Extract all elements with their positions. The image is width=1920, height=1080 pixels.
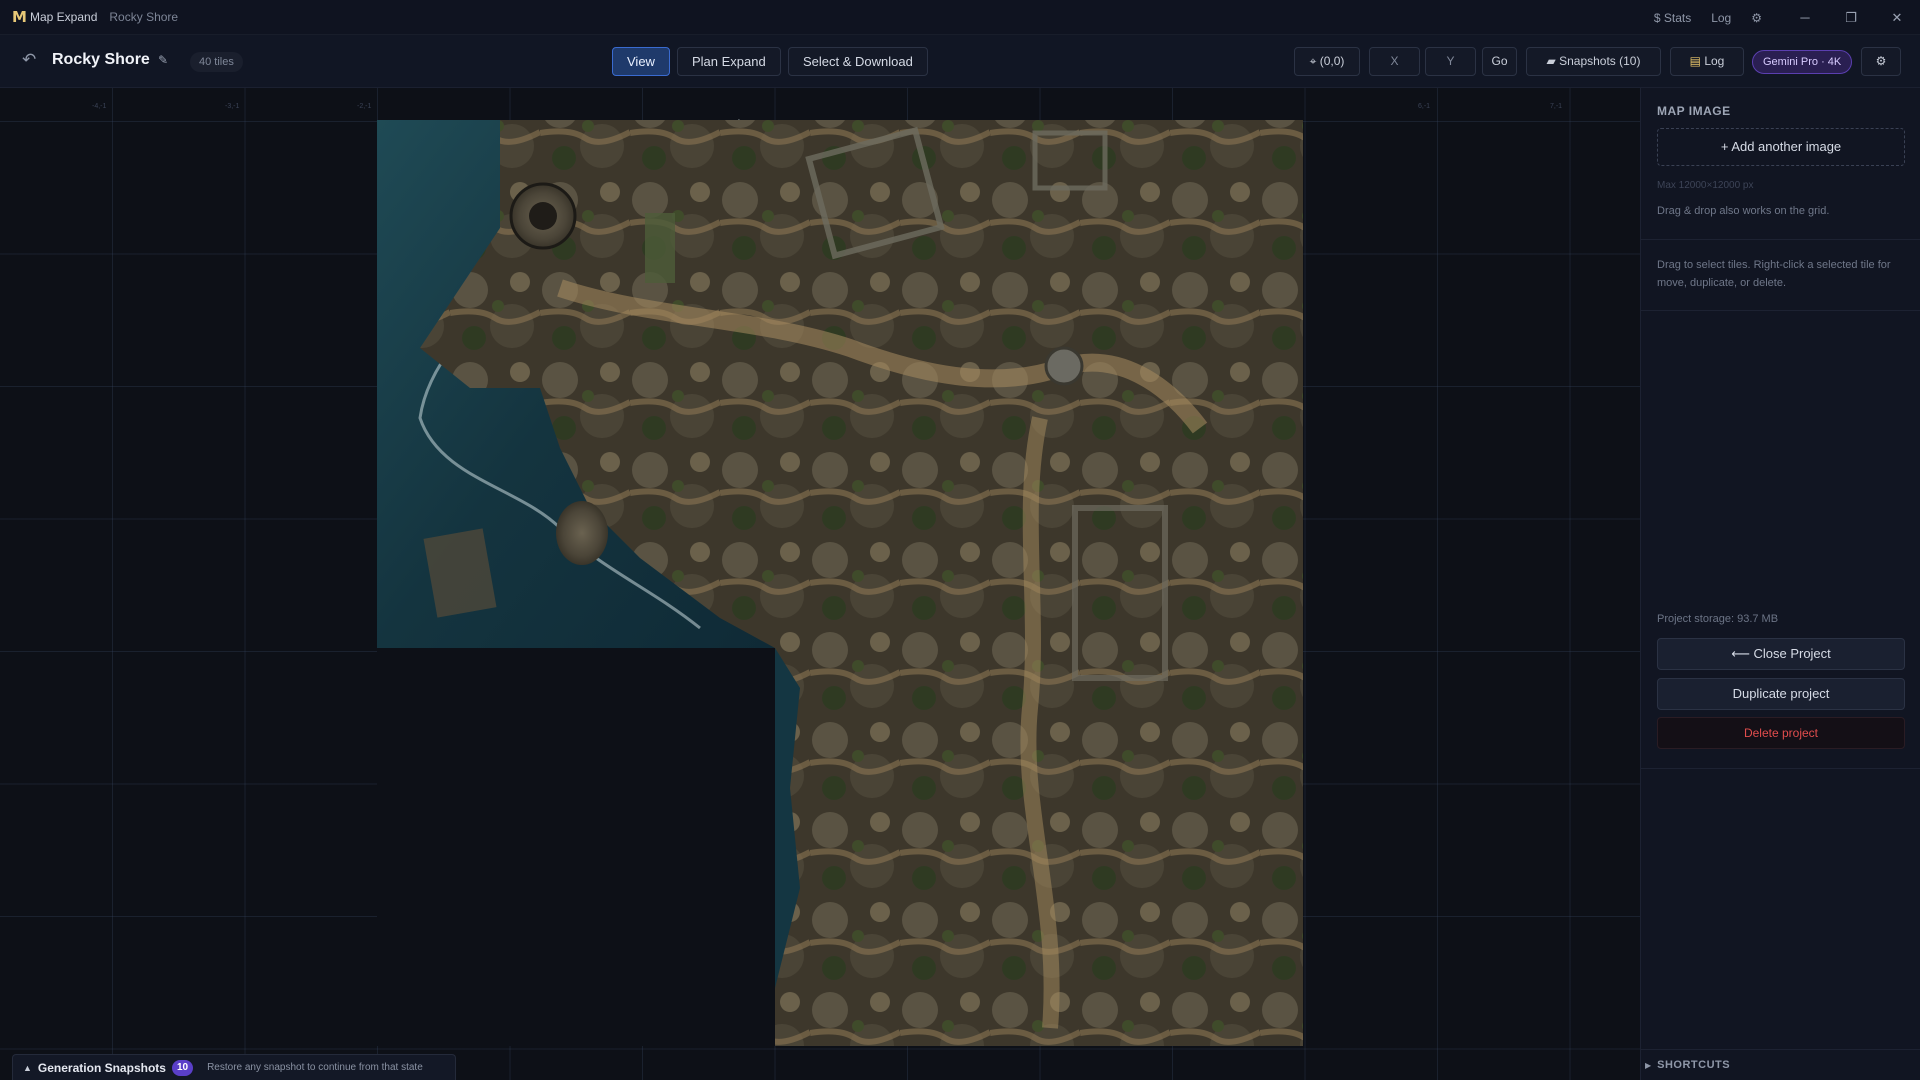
settings-button[interactable]: ⚙ [1861,47,1901,76]
mode-view-button[interactable]: View [612,47,670,76]
close-project-button[interactable]: ⟵ Close Project [1657,638,1905,670]
side-panel: MAP IMAGE + Add another image Max 12000×… [1640,88,1920,1080]
model-selector-pill[interactable]: Gemini Pro · 4K [1752,50,1853,74]
settings-gear-icon[interactable]: ⚙ [1751,11,1762,25]
stats-link[interactable]: $ Stats [1654,11,1691,25]
log-button[interactable]: ▤ Log [1670,47,1744,76]
project-title: Rocky Shore [52,51,150,68]
shortcuts-section[interactable]: ▶ SHORTCUTS [1641,1049,1920,1080]
select-tiles-note: Drag to select tiles. Right-click a sele… [1657,259,1891,289]
shortcuts-label: SHORTCUTS [1657,1059,1731,1071]
map-grid-canvas[interactable]: -4,-1 -3,-1 -2,-1 6,-1 7,-1 ▲ Generation… [0,88,1640,1080]
grid-coord-label: 6,-1 [1418,103,1431,110]
add-image-button[interactable]: + Add another image [1657,128,1905,166]
app-logo-icon: M [12,8,27,26]
snapshots-button-label: Snapshots (10) [1559,54,1641,68]
mode-plan-expand-button[interactable]: Plan Expand [677,47,781,76]
project-storage: Project storage: 93.7 MB [1657,613,1779,625]
panel-divider [1641,768,1920,769]
go-to-origin-button[interactable]: ⌖ (0,0) [1294,47,1360,76]
max-size-note: Max 12000×12000 px [1657,180,1754,191]
panel-divider [1641,239,1920,240]
camera-icon: ▰ [1546,54,1556,68]
grid-coord-label: -4,-1 [92,103,107,110]
map-tiles[interactable] [0,88,1640,1080]
edit-title-pencil-icon[interactable]: ✎ [158,53,168,67]
mode-select-download-button[interactable]: Select & Download [788,47,928,76]
clipboard-icon: ▤ [1689,54,1701,68]
app-name: Map Expand [30,10,98,24]
breadcrumb: Rocky Shore [109,10,179,24]
expand-caret-icon: ▶ [1645,1060,1652,1070]
maximize-button[interactable]: ❐ [1828,0,1874,35]
snapshots-title: Generation Snapshots [37,1060,166,1075]
title-bar-actions: $ Stats Log ⚙ ─ ❐ ✕ [1654,0,1920,35]
grid-coord-label: -2,-1 [357,103,372,110]
log-link[interactable]: Log [1711,11,1731,25]
snapshots-count-badge: 10 [171,1059,194,1076]
expand-caret-icon: ▲ [23,1062,32,1073]
grid-coord-label: 7,-1 [1550,103,1563,110]
grid-coord-label: -3,-1 [225,103,240,110]
panel-divider [1641,310,1920,311]
back-arrow-icon[interactable]: ↶ [22,50,42,70]
delete-project-button[interactable]: Delete project [1657,717,1905,749]
generation-snapshots-bar[interactable]: ▲ Generation Snapshots 10 Restore any sn… [12,1054,456,1080]
title-bar: M Map Expand Rocky Shore $ Stats Log ⚙ ─… [0,0,1920,35]
drag-drop-note: Drag & drop also works on the grid. [1657,205,1830,217]
go-button[interactable]: Go [1482,47,1517,76]
tile-count-badge: 40 tiles [190,52,243,72]
close-window-button[interactable]: ✕ [1874,0,1920,35]
gear-icon: ⚙ [1875,54,1887,68]
snapshots-hint: Restore any snapshot to continue from th… [207,1062,423,1073]
log-button-label: Log [1704,54,1725,68]
y-coordinate-input[interactable]: Y [1425,47,1476,76]
project-toolbar: ↶ Rocky Shore ✎ 40 tiles View Plan Expan… [0,35,1920,88]
panel-heading: MAP IMAGE [1657,104,1731,118]
duplicate-project-button[interactable]: Duplicate project [1657,678,1905,710]
minimize-button[interactable]: ─ [1782,0,1828,35]
x-coordinate-input[interactable]: X [1369,47,1420,76]
snapshots-button[interactable]: ▰ Snapshots (10) [1526,47,1661,76]
